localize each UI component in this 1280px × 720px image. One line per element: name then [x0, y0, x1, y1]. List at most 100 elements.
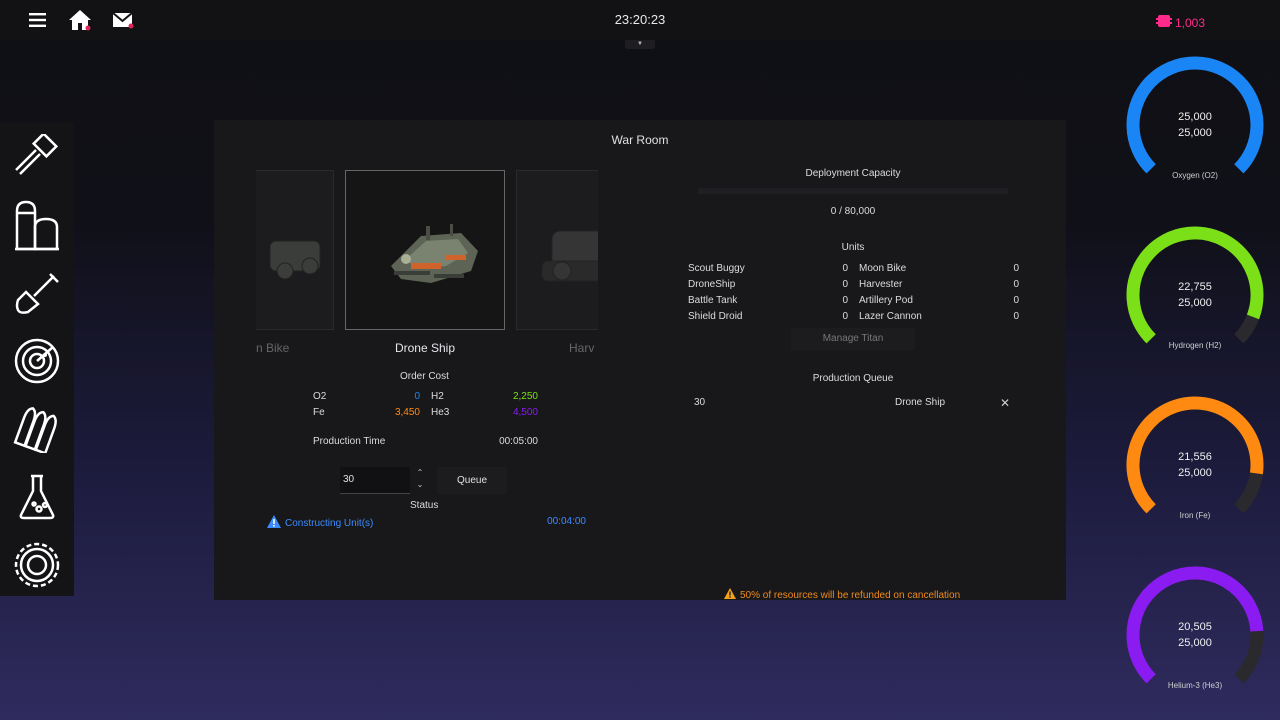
unit-count: 0: [1013, 295, 1019, 306]
cost-o2-value: 0: [414, 391, 420, 402]
credits-icon: [1155, 12, 1173, 33]
unit-count: 0: [842, 311, 848, 322]
deployment-capacity-bar: [698, 188, 1008, 194]
refund-notice: 50% of resources will be refunded on can…: [724, 588, 960, 602]
carousel-label-current: Drone Ship: [394, 341, 456, 355]
units-title: Units: [841, 242, 865, 253]
unit-count: 0: [1013, 263, 1019, 274]
unit-name: Scout Buggy: [688, 263, 745, 274]
clock: 23:20:23: [614, 12, 666, 27]
ammo-icon: [13, 405, 61, 458]
radar-icon: [13, 337, 61, 390]
unit-count: 0: [1013, 311, 1019, 322]
carousel-label-prev: n Bike: [256, 341, 290, 355]
gear-icon: [13, 541, 61, 594]
carousel-label-next: Harv: [569, 341, 595, 355]
top-bar: 23:20:23 1,003: [0, 0, 1280, 40]
chevron-up-icon[interactable]: ⌃: [414, 467, 426, 479]
manage-titan-button[interactable]: Manage Titan: [791, 328, 915, 350]
iron-gauge: 21,556 25,000 Iron (Fe): [1125, 395, 1265, 535]
status-text: Constructing Unit(s): [285, 517, 374, 529]
oxygen-max: 25,000: [1178, 127, 1212, 139]
deployment-value: 0 / 80,000: [830, 206, 876, 217]
unit-count: 0: [842, 295, 848, 306]
sidebar-item-build[interactable]: [10, 131, 64, 186]
carousel-card-current[interactable]: [345, 170, 505, 330]
shovel-icon: [14, 270, 60, 321]
sidebar-item-mining[interactable]: [10, 268, 64, 322]
queue-row-qty: 30: [694, 397, 706, 408]
panel-title: War Room: [611, 133, 669, 147]
menu-icon[interactable]: [26, 8, 50, 32]
unit-name: Lazer Cannon: [859, 311, 922, 322]
unit-count: 0: [842, 279, 848, 290]
sidebar-item-ammunition[interactable]: [10, 404, 64, 458]
refund-text: 50% of resources will be refunded on can…: [740, 589, 961, 601]
hammer-icon: [14, 131, 60, 185]
cancel-queue-item-icon[interactable]: ✕: [1000, 396, 1010, 410]
unit-name: Artillery Pod: [859, 295, 913, 306]
drone-ship-image: [391, 224, 478, 283]
cost-fe-label: Fe: [313, 407, 325, 418]
cost-fe-value: 3,450: [394, 407, 420, 418]
currency-display: 1,003: [1155, 12, 1205, 33]
order-cost-title: Order Cost: [400, 371, 449, 382]
moon-bike-image: [269, 240, 321, 280]
quantity-stepper[interactable]: ⌃ ⌄: [414, 467, 426, 494]
quantity-input[interactable]: 30: [340, 467, 410, 494]
sidebar-item-settings[interactable]: [10, 540, 64, 594]
home-icon[interactable]: [68, 8, 92, 32]
helium-max: 25,000: [1178, 637, 1212, 649]
iron-label: Iron (Fe): [1179, 511, 1211, 520]
status-time: 00:04:00: [547, 516, 586, 527]
status-title: Status: [410, 500, 439, 511]
sidebar: [0, 122, 74, 596]
production-time-value: 00:05:00: [499, 436, 538, 447]
silo-icon: [13, 199, 61, 256]
mail-icon[interactable]: [111, 8, 135, 32]
unit-name: Shield Droid: [688, 311, 743, 322]
cost-h2-value: 2,250: [512, 391, 538, 402]
cost-he3-label: He3: [431, 407, 450, 418]
oxygen-label: Oxygen (O2): [1172, 171, 1218, 180]
hydrogen-max: 25,000: [1178, 297, 1212, 309]
unit-carousel: [256, 170, 598, 330]
cost-he3-value: 4,500: [512, 407, 538, 418]
sidebar-item-research[interactable]: [10, 472, 64, 526]
currency-value: 1,003: [1175, 15, 1206, 30]
unit-name: Moon Bike: [859, 263, 907, 274]
dropdown-toggle[interactable]: ▼: [625, 40, 655, 49]
sidebar-item-radar[interactable]: [10, 336, 64, 390]
production-time-label: Production Time: [313, 436, 386, 447]
queue-row-unit: Drone Ship: [895, 397, 946, 408]
unit-name: Harvester: [859, 279, 903, 290]
unit-name: DroneShip: [688, 279, 736, 290]
harvester-image: [541, 230, 598, 282]
hydrogen-gauge: 22,755 25,000 Hydrogen (H2): [1125, 225, 1265, 365]
flask-icon: [17, 473, 57, 526]
unit-count: 0: [1013, 279, 1019, 290]
unit-count: 0: [842, 263, 848, 274]
oxygen-gauge: 25,000 25,000 Oxygen (O2): [1125, 55, 1265, 195]
hydrogen-current: 22,755: [1178, 281, 1212, 293]
unit-name: Battle Tank: [688, 295, 738, 306]
iron-current: 21,556: [1178, 451, 1212, 463]
info-warning-icon: [267, 515, 281, 531]
production-queue-title: Production Queue: [812, 373, 894, 384]
status-row: Constructing Unit(s): [267, 515, 373, 531]
helium-label: Helium-3 (He3): [1167, 681, 1223, 690]
sidebar-item-storage[interactable]: [10, 200, 64, 254]
deployment-title: Deployment Capacity: [805, 168, 901, 179]
carousel-card-next[interactable]: [516, 170, 598, 330]
cost-h2-label: H2: [431, 391, 444, 402]
carousel-card-prev[interactable]: [256, 170, 334, 330]
iron-max: 25,000: [1178, 467, 1212, 479]
hydrogen-label: Hydrogen (H2): [1168, 341, 1222, 350]
helium-current: 20,505: [1178, 621, 1212, 633]
war-room-panel: War Room n Bike Drone Ship Harv Order Co…: [214, 120, 1066, 602]
helium-gauge: 20,505 25,000 Helium-3 (He3): [1125, 565, 1265, 705]
queue-button[interactable]: Queue: [437, 467, 507, 494]
cost-o2-label: O2: [313, 391, 327, 402]
oxygen-current: 25,000: [1178, 111, 1212, 123]
chevron-down-icon[interactable]: ⌄: [414, 479, 426, 491]
